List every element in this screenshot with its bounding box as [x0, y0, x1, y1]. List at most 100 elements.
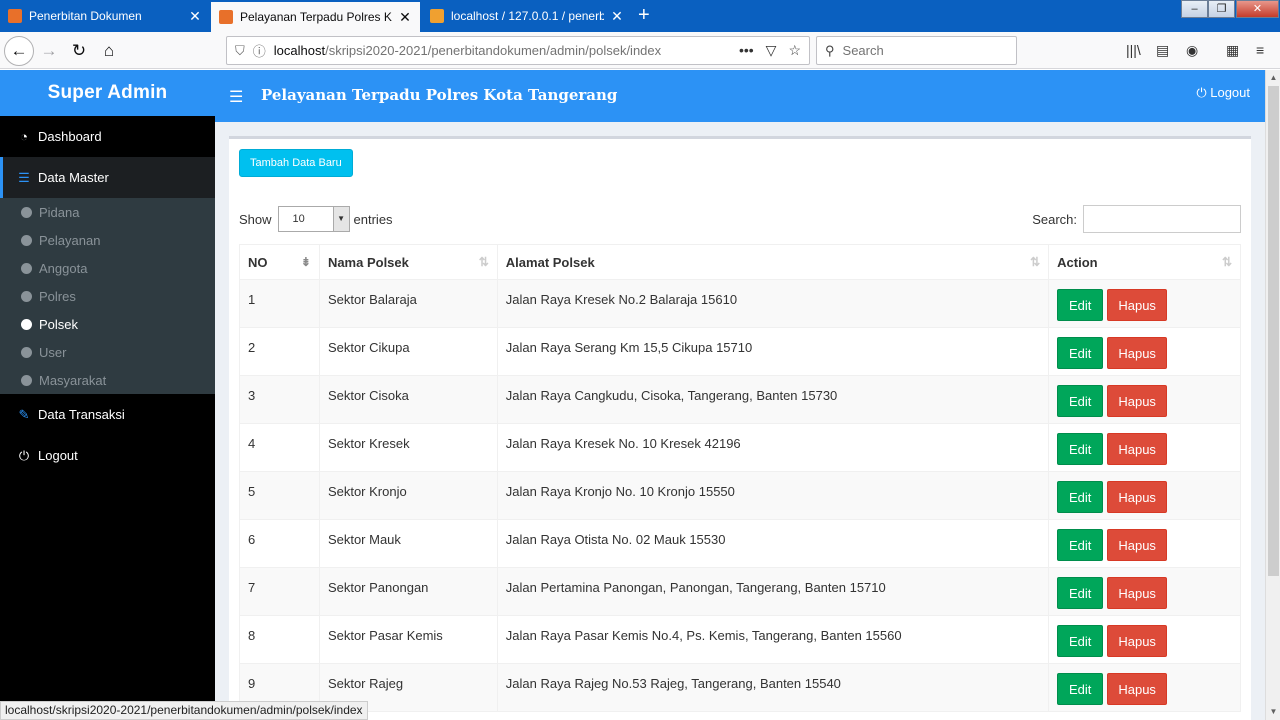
column-header-nama[interactable]: Nama Polsek ⇅ — [318, 244, 498, 280]
delete-button[interactable]: Hapus — [1107, 385, 1168, 417]
tab-favicon-icon — [8, 9, 22, 23]
column-header-action[interactable]: Action ⇅ — [1048, 244, 1241, 280]
sidebar-subitem-pelayanan[interactable]: Pelayanan — [0, 226, 215, 254]
logout-link[interactable]: ⏻ Logout — [1196, 85, 1250, 101]
sidebar-item-data-master[interactable]: ☰ Data Master — [0, 157, 215, 198]
cell-no: 6 — [239, 519, 320, 568]
browser-tab[interactable]: Penerbitan Dokumen ✕ — [0, 0, 210, 32]
home-icon[interactable]: ⌂ — [94, 36, 124, 66]
main-content: Tambah Data Baru Show 10 ▼ entries Searc… — [215, 122, 1265, 720]
sidebar-subitem-anggota[interactable]: Anggota — [0, 254, 215, 282]
circle-icon — [21, 262, 32, 274]
minimize-icon[interactable]: – — [1181, 0, 1208, 18]
cell-nama: Sektor Cikupa — [318, 327, 498, 376]
cell-action: Edit Hapus — [1048, 327, 1241, 376]
edit-button[interactable]: Edit — [1057, 481, 1104, 513]
bookmark-star-icon[interactable]: ☆ — [788, 42, 801, 59]
table-row: 3 Sektor Cisoka Jalan Raya Cangkudu, Cisok… — [239, 375, 1241, 424]
delete-button[interactable]: Hapus — [1107, 673, 1168, 705]
cell-alamat: Jalan Raya Kresek No. 10 Kresek 42196 — [496, 423, 1050, 472]
circle-icon — [21, 346, 32, 358]
delete-button[interactable]: Hapus — [1107, 337, 1168, 369]
entries-select[interactable]: 10 ▼ — [277, 206, 350, 232]
scroll-down-icon[interactable]: ▼ — [1266, 704, 1280, 720]
sidebar-subitem-user[interactable]: User — [0, 338, 215, 366]
entries-length-control: Show 10 ▼ entries — [239, 206, 393, 232]
maximize-icon[interactable]: ❐ — [1208, 0, 1235, 18]
pocket-icon[interactable]: ▽ — [766, 42, 777, 59]
sidebar-toggle-icon[interactable]: ▤ — [1156, 42, 1169, 59]
delete-button[interactable]: Hapus — [1107, 529, 1168, 561]
edit-button[interactable]: Edit — [1057, 577, 1104, 609]
table-row: 9 Sektor Rajeg Jalan Raya Rajeg No.53 Raje… — [239, 663, 1241, 712]
edit-button[interactable]: Edit — [1057, 529, 1104, 561]
scroll-up-icon[interactable]: ▲ — [1266, 70, 1280, 86]
reload-icon[interactable]: ↻ — [64, 36, 94, 66]
hamburger-icon[interactable]: ☰ — [229, 87, 243, 107]
search-bar[interactable]: ⚲ Search — [816, 36, 1017, 65]
edit-button[interactable]: Edit — [1057, 289, 1104, 321]
sidebar-subitem-label: User — [39, 344, 67, 360]
window-close-icon[interactable]: ✕ — [1236, 0, 1279, 18]
sidebar-subitem-polres[interactable]: Polres — [0, 282, 215, 310]
edit-button[interactable]: Edit — [1057, 385, 1104, 417]
table-row: 2 Sektor Cikupa Jalan Raya Serang Km 15,5 … — [239, 327, 1241, 376]
cell-no: 4 — [239, 423, 320, 472]
brand-title[interactable]: Super Admin — [0, 70, 215, 116]
shield-icon[interactable]: ⛉ — [235, 43, 245, 59]
browser-tab-active[interactable]: Pelayanan Terpadu Polres Kota Tangerang … — [211, 2, 420, 32]
delete-button[interactable]: Hapus — [1107, 625, 1168, 657]
edit-button[interactable]: Edit — [1057, 337, 1104, 369]
column-header-label: Nama Polsek — [327, 254, 409, 270]
column-header-alamat[interactable]: Alamat Polsek ⇅ — [496, 244, 1050, 280]
table-row: 1 Sektor Balaraja Jalan Raya Kresek No.2 B… — [239, 279, 1241, 328]
sidebar-subitem-label: Pelayanan — [39, 232, 101, 248]
sidebar-subitem-label: Polsek — [39, 316, 79, 332]
info-icon[interactable]: ⓘ — [253, 41, 266, 60]
sidebar-item-data-transaksi[interactable]: ✎ Data Transaksi — [0, 394, 215, 435]
add-new-button[interactable]: Tambah Data Baru — [239, 149, 353, 177]
table-row: 8 Sektor Pasar Kemis Jalan Raya Pasar Kemi… — [239, 615, 1241, 664]
column-header-label: Action — [1057, 254, 1098, 270]
account-icon[interactable]: ◉ — [1186, 42, 1198, 59]
delete-button[interactable]: Hapus — [1107, 289, 1168, 321]
sidebar-subitem-pidana[interactable]: Pidana — [0, 198, 215, 226]
tab-title: localhost / 127.0.0.1 / penerbitan — [451, 9, 604, 23]
close-icon[interactable]: ✕ — [398, 9, 412, 26]
forward-icon[interactable]: → — [34, 36, 64, 66]
delete-button[interactable]: Hapus — [1107, 433, 1168, 465]
delete-button[interactable]: Hapus — [1107, 481, 1168, 513]
more-icon[interactable]: ••• — [739, 42, 754, 59]
show-label: Show — [239, 211, 272, 227]
scrollbar-thumb[interactable] — [1268, 86, 1279, 576]
close-icon[interactable]: ✕ — [610, 8, 624, 25]
chevron-down-icon: ▼ — [332, 207, 349, 231]
url-bar[interactable]: ⛉ ⓘ localhost/skripsi2020-2021/penerbita… — [226, 36, 810, 65]
table-row: 4 Sektor Kresek Jalan Raya Kresek No. 10 K… — [239, 423, 1241, 472]
menu-icon[interactable]: ≡ — [1256, 42, 1264, 58]
new-tab-icon[interactable]: + — [638, 4, 650, 26]
sidebar-item-label: Logout — [38, 448, 78, 463]
extensions-icon[interactable]: ▦ — [1226, 42, 1239, 59]
search-input[interactable] — [1083, 205, 1241, 233]
cell-no: 5 — [239, 471, 320, 520]
cell-nama: Sektor Kronjo — [318, 471, 498, 520]
sidebar-subitem-polsek[interactable]: Polsek — [0, 310, 215, 338]
page-scrollbar[interactable]: ▲ ▼ — [1265, 70, 1280, 720]
sidebar-item-dashboard[interactable]: ◔ Dashboard — [0, 116, 215, 157]
logout-label: Logout — [1210, 85, 1250, 100]
url-path: /skripsi2020-2021/penerbitandokumen/admi… — [325, 43, 662, 58]
sidebar-item-logout[interactable]: ⏻ Logout — [0, 435, 215, 476]
circle-icon — [21, 206, 32, 218]
library-icon[interactable]: |||\ — [1126, 42, 1141, 58]
edit-button[interactable]: Edit — [1057, 673, 1104, 705]
delete-button[interactable]: Hapus — [1107, 577, 1168, 609]
edit-button[interactable]: Edit — [1057, 433, 1104, 465]
close-icon[interactable]: ✕ — [188, 8, 202, 25]
sidebar-subitem-masyarakat[interactable]: Masyarakat — [0, 366, 215, 394]
tab-favicon-icon — [430, 9, 444, 23]
browser-tab[interactable]: localhost / 127.0.0.1 / penerbitan ✕ — [422, 0, 632, 32]
column-header-no[interactable]: NO ⇟ — [239, 244, 320, 280]
back-icon[interactable]: ← — [4, 36, 34, 66]
edit-button[interactable]: Edit — [1057, 625, 1104, 657]
